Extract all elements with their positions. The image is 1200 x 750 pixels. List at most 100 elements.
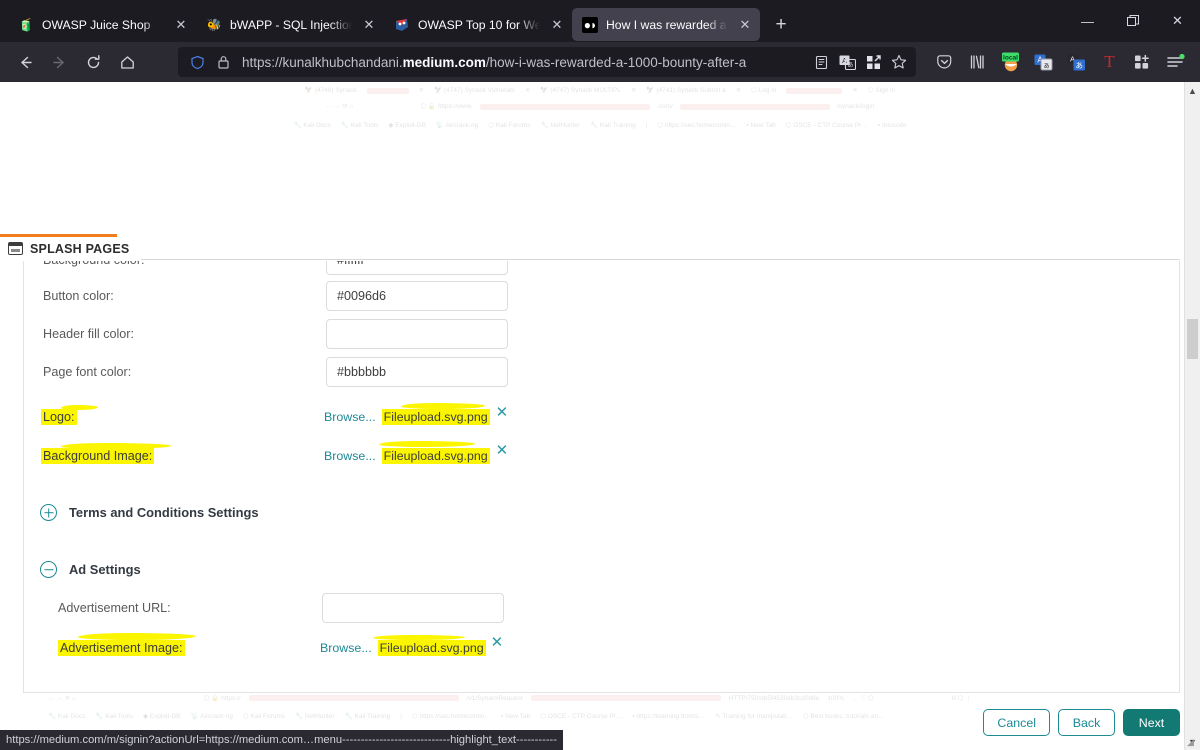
field-label: Page font color: <box>43 365 132 379</box>
advertisement-image-filename: Fileupload.svg.png <box>377 640 486 657</box>
shield-icon[interactable] <box>186 51 208 73</box>
url-bar-actions: Aあ <box>808 51 912 73</box>
bookmark-star-icon[interactable] <box>886 51 912 73</box>
advertisement-url-input[interactable] <box>322 593 504 623</box>
marker-stroke <box>379 441 475 447</box>
field-label: Header fill color: <box>43 327 134 341</box>
page-scrollbar[interactable]: ▲ ▼ <box>1184 82 1200 750</box>
home-icon[interactable] <box>110 46 144 78</box>
tab-title: OWASP Top 10 for Web <box>418 18 540 32</box>
svg-text:あ: あ <box>1075 61 1083 70</box>
owasp-icon <box>394 17 410 33</box>
extensions-icon[interactable] <box>1126 46 1159 78</box>
svg-text:local: local <box>1002 54 1017 61</box>
minimize-button[interactable]: — <box>1065 6 1110 36</box>
section-title: Terms and Conditions Settings <box>69 505 259 520</box>
next-button[interactable]: Next <box>1123 709 1180 736</box>
advertisement-image-label: Advertisement Image: <box>58 640 185 657</box>
svg-text:ぁ: ぁ <box>1043 62 1050 69</box>
scroll-up-arrow-icon[interactable]: ▲ <box>1185 82 1200 99</box>
background-image-filename: Fileupload.svg.png <box>381 448 490 465</box>
reload-icon[interactable] <box>76 46 110 78</box>
settings-card: Background color: #ffffff Button color: … <box>23 261 1180 693</box>
pocket-icon[interactable] <box>928 46 961 78</box>
status-bar: https://medium.com/m/signin?actionUrl=ht… <box>0 730 564 750</box>
juice-shop-icon: 🧃 <box>18 18 34 32</box>
splash-pages-label: SPLASH PAGES <box>30 241 130 256</box>
form-row-button-color: Button color: #0096d6 <box>24 281 1179 311</box>
svg-text:あ: あ <box>847 62 853 69</box>
forward-icon[interactable] <box>42 46 76 78</box>
browser-tab-juice-shop[interactable]: 🧃 OWASP Juice Shop ✕ <box>8 8 196 42</box>
page-font-color-input[interactable]: #bbbbbb <box>326 357 508 387</box>
logo-filename: Fileupload.svg.png <box>381 409 490 426</box>
translate-icon[interactable]: Aぁ <box>1027 46 1060 78</box>
tab-splash-pages[interactable]: SPLASH PAGES <box>0 237 142 260</box>
url-bar[interactable]: https://kunalkhubchandani.medium.com/how… <box>178 47 916 77</box>
window-controls: — ✕ <box>1065 4 1200 38</box>
logo-browse-button[interactable]: Browse... <box>324 410 376 424</box>
header-fill-color-input[interactable] <box>326 319 508 349</box>
cancel-button[interactable]: Cancel <box>983 709 1050 736</box>
background-image-remove-button[interactable]: ✕ <box>496 443 509 458</box>
section-terms-and-conditions[interactable]: Terms and Conditions Settings <box>40 504 259 521</box>
bee-icon: 🐝 <box>206 18 222 32</box>
form-row-page-font-color: Page font color: #bbbbbb <box>24 357 1179 387</box>
extension-icon[interactable] <box>860 51 886 73</box>
back-icon[interactable] <box>8 46 42 78</box>
app-menu-icon[interactable] <box>1159 46 1192 78</box>
ghost-tab-row: 🦅 (4746) Synack ✕ 🦅 (4747) Synack Vulnera… <box>304 87 896 94</box>
tab-close-button[interactable]: ✕ <box>548 16 566 34</box>
background-image-browse-button[interactable]: Browse... <box>324 449 376 463</box>
advertisement-image-remove-button[interactable]: ✕ <box>491 635 504 650</box>
button-color-input[interactable]: #0096d6 <box>326 281 508 311</box>
field-label: Background color: <box>43 261 145 267</box>
ghost-url-row: ← → ⟳ ⌂ ⬡ 🔒 https://www. .com/ /synack/l… <box>325 102 875 110</box>
translate-page-icon[interactable]: Aあ <box>834 51 860 73</box>
browser-tab-medium-article[interactable]: ●◗ How I was rewarded a $1000 bo ✕ <box>572 8 760 41</box>
browser-window: 🧃 OWASP Juice Shop ✕ 🐝 bWAPP - SQL Injec… <box>0 0 1200 750</box>
form-row-background-image: Background Image: Browse... Fileupload.s… <box>24 443 1179 465</box>
expand-plus-icon[interactable] <box>40 504 57 521</box>
form-row-background-color: Background color: #ffffff <box>24 261 1179 275</box>
new-tab-button[interactable]: + <box>766 10 796 40</box>
maximize-button[interactable] <box>1110 6 1155 36</box>
medium-icon: ●◗ <box>582 16 598 33</box>
section-title: Ad Settings <box>69 562 141 577</box>
logo-remove-button[interactable]: ✕ <box>496 405 509 420</box>
library-icon[interactable] <box>961 46 994 78</box>
splash-tab-band <box>117 237 1180 260</box>
form-row-logo: Logo: Browse... Fileupload.svg.png ✕ <box>24 405 1179 426</box>
tab-strip: 🧃 OWASP Juice Shop ✕ 🐝 bWAPP - SQL Injec… <box>0 0 1200 42</box>
japanese-translate-icon[interactable]: Aあ <box>1060 46 1093 78</box>
page-viewport: 🦅 (4746) Synack ✕ 🦅 (4747) Synack Vulnera… <box>0 82 1200 750</box>
section-ad-settings[interactable]: Ad Settings <box>40 561 141 578</box>
browser-tab-owasp-top10[interactable]: OWASP Top 10 for Web ✕ <box>384 8 572 42</box>
browser-tab-bwapp[interactable]: 🐝 bWAPP - SQL Injection ✕ <box>196 8 384 42</box>
navigation-toolbar: https://kunalkhubchandani.medium.com/how… <box>0 42 1200 82</box>
close-button[interactable]: ✕ <box>1155 6 1200 36</box>
resize-grip-icon[interactable]: ◢ <box>1187 737 1199 749</box>
grammarly-icon[interactable]: T <box>1093 46 1126 78</box>
form-row-header-fill-color: Header fill color: <box>24 319 1179 349</box>
url-text[interactable]: https://kunalkhubchandani.medium.com/how… <box>238 55 804 70</box>
back-button[interactable]: Back <box>1058 709 1115 736</box>
tab-title: bWAPP - SQL Injection <box>230 18 352 32</box>
advertisement-url-label: Advertisement URL: <box>58 601 171 615</box>
reader-view-icon[interactable] <box>808 51 834 73</box>
tab-close-button[interactable]: ✕ <box>172 16 190 34</box>
advertisement-image-browse-button[interactable]: Browse... <box>320 641 372 655</box>
collapse-minus-icon[interactable] <box>40 561 57 578</box>
tab-title: How I was rewarded a $1000 bo <box>606 17 728 32</box>
scrollbar-thumb[interactable] <box>1187 319 1198 359</box>
tab-close-button[interactable]: ✕ <box>736 16 754 34</box>
splash-page-icon <box>8 242 23 255</box>
background-color-input[interactable]: #ffffff <box>326 261 508 275</box>
tab-title: OWASP Juice Shop <box>42 18 151 32</box>
lock-icon[interactable] <box>212 51 234 73</box>
tab-close-button[interactable]: ✕ <box>360 16 378 34</box>
local-badge-icon[interactable]: local <box>994 46 1027 78</box>
ghost-url-row: ← → ✕ ⌂ ⬡ 🔒 https:// /v1/SynackRequest H… <box>48 694 972 702</box>
marker-stroke <box>78 633 196 640</box>
ghost-bookmark-row: 🔧 Kali Docs 🔧 Kali Tools ◆ Exploit-DB 📡 Air… <box>293 121 907 129</box>
